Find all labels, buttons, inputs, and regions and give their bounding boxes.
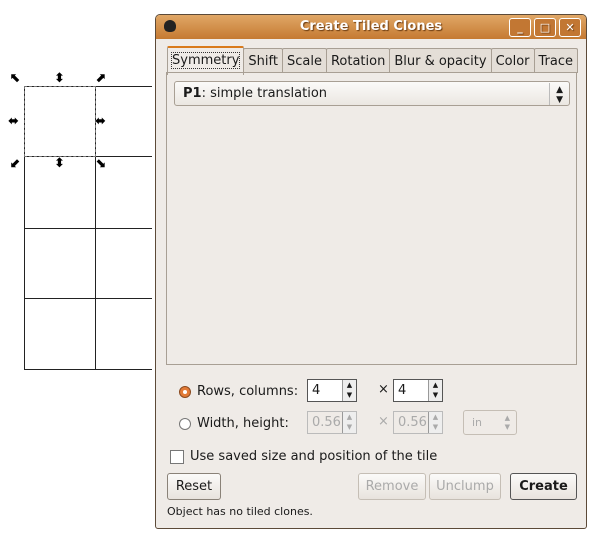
drawing-canvas[interactable]: ⬉ ⬍ ⬈ ⬌ ⬌ ⬋ ⬍ ⬊ (0, 0, 155, 550)
remove-button[interactable]: Remove (358, 473, 426, 500)
updown-arrows-icon: ▲ ▼ (504, 414, 510, 431)
use-saved-label: Use saved size and position of the tile (190, 449, 438, 464)
symmetry-name: : simple translation (201, 86, 328, 101)
spin-arrows-icon[interactable]: ▲ ▼ (428, 380, 442, 401)
radio-off-icon (179, 417, 191, 430)
scale-handle-icon[interactable]: ⬍ (54, 157, 65, 170)
scale-handle-icon[interactable]: ⬌ (8, 115, 19, 128)
columns-spinbox[interactable]: 4 ▲ ▼ (393, 379, 443, 402)
scale-handle-icon[interactable]: ⬊ (95, 157, 106, 170)
times-sign: × (378, 382, 389, 397)
create-button[interactable]: Create (510, 473, 577, 500)
unit-value: in (472, 416, 483, 429)
tab-symmetry[interactable]: Symmetry (167, 46, 245, 75)
unclump-button[interactable]: Unclump (429, 473, 501, 500)
width-value: 0.56 (312, 415, 341, 430)
radio-on-icon (179, 385, 191, 398)
scale-handle-icon[interactable]: ⬉ (10, 72, 21, 85)
rows-spinbox[interactable]: 4 ▲ ▼ (307, 379, 357, 402)
width-spinbox[interactable]: 0.56 ▲ ▼ (307, 411, 357, 434)
close-button[interactable]: ✕ (559, 18, 581, 37)
tab-panel: P1: simple translation ▲ ▼ (166, 72, 577, 365)
rows-columns-label: Rows, columns: (197, 384, 299, 399)
tab-bar: Symmetry Shift Scale Rotation Blur & opa… (167, 46, 579, 75)
reset-button[interactable]: Reset (167, 473, 221, 500)
checkbox-icon (170, 449, 184, 464)
maximize-button[interactable]: □ (534, 18, 556, 37)
grid-line (24, 228, 152, 229)
tab-shift[interactable]: Shift (243, 48, 283, 73)
spin-arrows-icon[interactable]: ▲ ▼ (342, 412, 356, 433)
tab-scale[interactable]: Scale (281, 48, 327, 73)
updown-arrows-icon: ▲ ▼ (549, 83, 563, 105)
inkscape-logo-icon (164, 20, 176, 32)
tab-blur-opacity[interactable]: Blur & opacity (389, 48, 492, 73)
scale-handle-icon[interactable]: ⬋ (10, 157, 21, 170)
spin-arrows-icon[interactable]: ▲ ▼ (342, 380, 356, 401)
height-spinbox[interactable]: 0.56 ▲ ▼ (393, 411, 443, 434)
height-value: 0.56 (398, 415, 427, 430)
use-saved-checkbox[interactable]: Use saved size and position of the tile (170, 449, 437, 464)
grid-line (24, 298, 152, 299)
tab-trace[interactable]: Trace (533, 48, 579, 73)
scale-handle-icon[interactable]: ⬍ (54, 72, 65, 85)
symmetry-select[interactable]: P1: simple translation ▲ ▼ (174, 81, 570, 106)
columns-value: 4 (398, 383, 407, 398)
width-height-label: Width, height: (197, 416, 289, 431)
tab-color[interactable]: Color (490, 48, 535, 73)
rows-columns-radio[interactable]: Rows, columns: (179, 384, 298, 399)
title-bar[interactable]: Create Tiled Clones _ □ ✕ (156, 15, 586, 39)
tab-rotation[interactable]: Rotation (325, 48, 391, 73)
selected-tile[interactable] (24, 86, 96, 157)
width-height-radio[interactable]: Width, height: (179, 416, 289, 431)
scale-handle-icon[interactable]: ⬈ (95, 72, 106, 85)
times-sign: × (378, 414, 389, 429)
window-title: Create Tiled Clones (299, 19, 443, 34)
grid-line (24, 369, 152, 370)
scale-handle-icon[interactable]: ⬌ (95, 115, 106, 128)
rows-value: 4 (312, 383, 321, 398)
symmetry-code: P1 (183, 86, 202, 101)
spin-arrows-icon[interactable]: ▲ ▼ (428, 412, 442, 433)
minimize-button[interactable]: _ (509, 18, 531, 37)
unit-select[interactable]: in ▲ ▼ (463, 410, 517, 435)
status-text: Object has no tiled clones. (167, 505, 313, 518)
create-tiled-clones-dialog: Create Tiled Clones _ □ ✕ Symmetry Shift… (155, 14, 587, 529)
